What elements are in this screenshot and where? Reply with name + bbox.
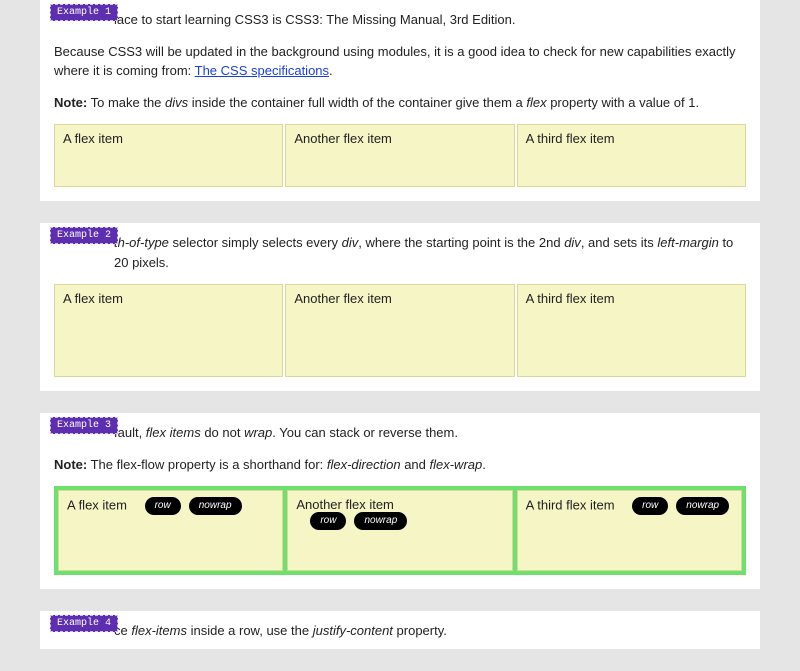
flex-item: A flex item: [54, 124, 283, 187]
paragraph: Because CSS3 will be updated in the back…: [54, 42, 746, 81]
flex-item-label: Another flex item: [296, 497, 394, 512]
text: The flex-flow property is a shorthand fo…: [87, 457, 327, 472]
note-label: Note:: [54, 95, 87, 110]
flex-item: A third flex item: [517, 124, 746, 187]
flex-demo-row: A flex item Another flex item A third fl…: [54, 284, 746, 377]
text: selector simply selects every: [169, 235, 342, 250]
paragraph: ce flex-items inside a row, use the just…: [54, 621, 746, 641]
example-badge: Example 3: [50, 417, 118, 434]
text: .: [329, 63, 333, 78]
text: inside a row, use the: [187, 623, 313, 638]
text: Because CSS3 will be updated in the back…: [54, 44, 735, 79]
keyword: divs: [165, 95, 188, 110]
flex-item: A flex item: [54, 284, 283, 377]
keyword: left-margin: [657, 235, 718, 250]
example-3: Example 3 fault, flex items do not wrap.…: [40, 413, 760, 589]
keyword: flex-items: [131, 623, 187, 638]
note-label: Note:: [54, 457, 87, 472]
keyword: flex-direction: [327, 457, 401, 472]
keyword: flex items: [146, 425, 201, 440]
flex-item: Another flex item: [285, 124, 514, 187]
keyword: flex-wrap: [430, 457, 483, 472]
nowrap-pill: nowrap: [354, 512, 407, 530]
css-specifications-link[interactable]: The CSS specifications: [195, 63, 329, 78]
keyword: th-of-type: [114, 235, 169, 250]
example-badge: Example 4: [50, 615, 118, 632]
keyword: wrap: [244, 425, 272, 440]
example-1: Example 1 lace to start learning CSS3 is…: [40, 0, 760, 201]
paragraph: lace to start learning CSS3 is CSS3: The…: [54, 10, 746, 30]
flex-item: Another flex item: [285, 284, 514, 377]
keyword: div: [342, 235, 359, 250]
text: . You can stack or reverse them.: [272, 425, 458, 440]
flex-item: A third flex item row nowrap: [517, 490, 742, 571]
flex-demo-row-green: A flex item row nowrap Another flex item…: [54, 486, 746, 575]
paragraph: th-of-type selector simply selects every…: [54, 233, 746, 272]
example-badge: Example 2: [50, 227, 118, 244]
paragraph: fault, flex items do not wrap. You can s…: [54, 423, 746, 443]
row-pill: row: [310, 512, 346, 530]
pill-group: row nowrap: [310, 512, 407, 530]
flex-item: Another flex item row nowrap: [287, 490, 512, 571]
flex-demo-row: A flex item Another flex item A third fl…: [54, 124, 746, 187]
text: , where the starting point is the 2nd: [358, 235, 564, 250]
text: To make the: [87, 95, 165, 110]
example-badge: Example 1: [50, 4, 118, 21]
note-paragraph: Note: To make the divs inside the contai…: [54, 93, 746, 113]
note-paragraph: Note: The flex-flow property is a shorth…: [54, 455, 746, 475]
keyword: div: [564, 235, 581, 250]
text: property.: [393, 623, 447, 638]
text: property with a value of 1.: [547, 95, 699, 110]
flex-item: A flex item row nowrap: [58, 490, 283, 571]
flex-item: A third flex item: [517, 284, 746, 377]
text: , and sets its: [581, 235, 658, 250]
keyword: flex: [526, 95, 546, 110]
text: fault,: [114, 425, 146, 440]
example-2: Example 2 th-of-type selector simply sel…: [40, 223, 760, 391]
text: and: [401, 457, 430, 472]
example-4: Example 4 ce flex-items inside a row, us…: [40, 611, 760, 649]
text: inside the container full width of the c…: [188, 95, 526, 110]
text: .: [482, 457, 486, 472]
text: do not: [201, 425, 244, 440]
keyword: justify-content: [313, 623, 393, 638]
